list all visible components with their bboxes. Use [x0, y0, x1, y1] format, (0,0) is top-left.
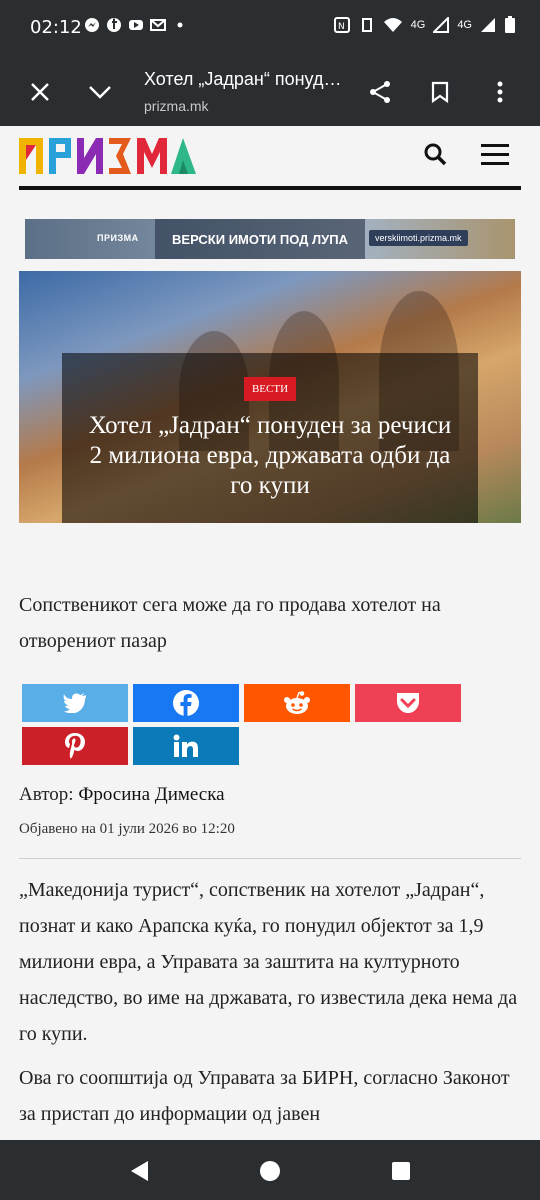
web-page: ПРИЗМА ВЕРСКИ ИМОТИ ПОД ЛУПА verskiimoti… [0, 126, 540, 1140]
wifi-icon [383, 18, 402, 32]
banner-text: ВЕРСКИ ИМОТИ ПОД ЛУПА [155, 219, 365, 259]
menu-line-icon [481, 162, 509, 165]
page-url: prizma.mk [144, 98, 209, 114]
status-time: 02:12 [30, 17, 82, 38]
signal-icon [433, 17, 450, 33]
ad-banner[interactable]: ПРИЗМА ВЕРСКИ ИМОТИ ПОД ЛУПА verskiimoti… [25, 219, 515, 259]
close-tab-button[interactable] [22, 74, 58, 110]
network-type-1: 4G [410, 19, 426, 31]
reddit-share-button[interactable] [244, 684, 350, 722]
pocket-icon [397, 693, 419, 713]
author-line: Автор: Фросина Димеска [19, 784, 225, 806]
article-paragraph: „Македонија турист“, сопственик на хотел… [19, 879, 518, 1045]
battery-icon [505, 16, 515, 33]
hero-image[interactable]: ВЕСТИ Хотел „Јадран“ понуден за речиси 2… [19, 271, 521, 523]
svg-text:N: N [338, 22, 345, 32]
gmail-icon [150, 19, 166, 31]
facebook-share-button[interactable] [133, 684, 239, 722]
twitter-share-button[interactable] [22, 684, 128, 722]
linkedin-icon [173, 734, 198, 757]
article-title: Хотел „Јадран“ понуден за речиси 2 милио… [88, 412, 452, 499]
back-icon[interactable] [128, 1160, 152, 1182]
youtube-icon [129, 20, 143, 30]
dot-icon [177, 22, 183, 28]
pinterest-share-button[interactable] [22, 727, 128, 765]
site-header [19, 126, 521, 190]
author-label: Автор: [19, 784, 74, 805]
close-icon [31, 83, 49, 101]
site-logo[interactable] [19, 138, 197, 174]
bookmark-icon [431, 81, 449, 103]
linkedin-share-button[interactable] [133, 727, 239, 765]
system-icons: N 4G 4G [333, 16, 516, 34]
nfc-icon: N [333, 17, 350, 33]
twitter-icon [63, 693, 86, 713]
menu-line-icon [481, 153, 509, 156]
category-tag[interactable]: ВЕСТИ [244, 377, 296, 401]
browser-toolbar: Хотел „Јадран“ понуден за речиси 2 милио… [0, 56, 540, 126]
chevron-down-icon [89, 86, 111, 99]
messenger-icon [85, 18, 99, 32]
facebook-icon [173, 690, 199, 716]
search-button[interactable] [423, 142, 447, 166]
facebook-icon [107, 18, 121, 32]
hamburger-menu-button[interactable] [481, 144, 509, 166]
published-date: Објавено на 01 јули 2026 во 12:20 [19, 821, 235, 837]
article-subtitle: Сопственикот сега може да го продава хот… [19, 594, 441, 652]
home-icon[interactable] [258, 1160, 282, 1182]
pinterest-icon [65, 733, 85, 759]
signal-icon-2 [481, 18, 495, 32]
banner-url: verskiimoti.prizma.mk [369, 230, 468, 246]
pocket-share-button[interactable] [355, 684, 461, 722]
banner-logo: ПРИЗМА [97, 233, 139, 243]
divider [19, 858, 521, 859]
reddit-icon [284, 691, 310, 714]
status-bar: 02:12 N 4G 4G [0, 0, 540, 56]
system-navigation-bar [0, 1140, 540, 1200]
more-vert-icon [497, 81, 503, 103]
article-paragraph: Ова го соопштија од Управата за БИРН, со… [19, 1067, 510, 1125]
vibrate-icon [361, 18, 372, 32]
search-icon [424, 143, 447, 166]
recent-apps-icon[interactable] [390, 1160, 412, 1182]
notification-icons [84, 17, 188, 33]
more-options-button[interactable] [482, 74, 518, 110]
share-button[interactable] [362, 74, 398, 110]
network-type-2: 4G [457, 19, 472, 31]
bookmark-button[interactable] [422, 74, 458, 110]
minimize-button[interactable] [82, 74, 118, 110]
prizma-logo-icon [19, 138, 196, 174]
share-icon [370, 81, 390, 103]
author-name[interactable]: Фросина Димеска [78, 784, 224, 805]
page-title: Хотел „Јадран“ понуден за речиси 2 милио… [144, 69, 344, 89]
menu-line-icon [481, 144, 509, 147]
